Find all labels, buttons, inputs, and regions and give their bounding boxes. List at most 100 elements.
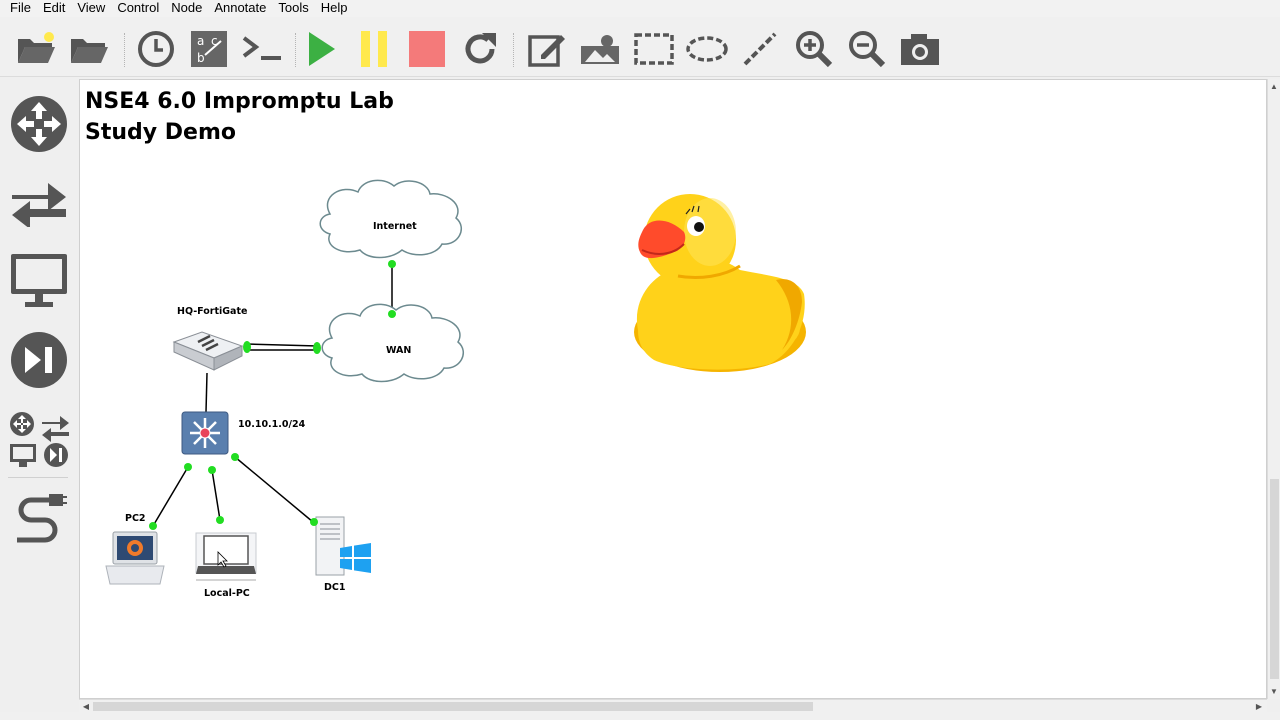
- topology-drawing: [105, 179, 806, 585]
- local-pc-label[interactable]: Local-PC: [204, 588, 250, 599]
- draw-ellipse-button[interactable]: [685, 27, 729, 71]
- device-dock: [0, 77, 78, 720]
- link-fortigate-wan-1[interactable]: [246, 343, 319, 347]
- zoom-out-icon: [849, 31, 886, 68]
- menu-file[interactable]: File: [4, 0, 37, 17]
- insert-picture-button[interactable]: [578, 27, 622, 71]
- dock-separator: [8, 477, 68, 478]
- switch-node[interactable]: [181, 411, 229, 455]
- scroll-right-icon[interactable]: ▶: [1253, 700, 1265, 712]
- zoom-in-icon: [796, 31, 833, 68]
- router-icon: [11, 96, 67, 152]
- toolbar: a c b: [0, 17, 1280, 77]
- laptop-icon: [105, 531, 165, 585]
- stop-icon: [409, 31, 445, 67]
- console-all-button[interactable]: [240, 27, 284, 71]
- camera-icon: [901, 34, 939, 65]
- cable-icon: [17, 494, 67, 543]
- toolbar-separator: [124, 33, 126, 67]
- switches-button[interactable]: [6, 169, 72, 235]
- local-pc-node[interactable]: [195, 532, 257, 581]
- monitor-icon: [11, 254, 67, 307]
- labels-icon: a c b: [191, 31, 227, 67]
- open-project-button[interactable]: [14, 27, 58, 71]
- menu-annotate[interactable]: Annotate: [208, 0, 272, 17]
- scroll-up-icon[interactable]: ▲: [1268, 80, 1280, 92]
- zoom-in-button[interactable]: [792, 27, 836, 71]
- menu-view[interactable]: View: [71, 0, 111, 17]
- routers-button[interactable]: [6, 91, 72, 157]
- draw-line-button[interactable]: [738, 27, 782, 71]
- fortigate-node[interactable]: [172, 331, 244, 371]
- zoom-out-button[interactable]: [845, 27, 889, 71]
- link-switch-pc2[interactable]: [152, 466, 189, 527]
- horizontal-scroll-thumb[interactable]: [93, 702, 813, 711]
- ellipse-icon: [686, 36, 728, 62]
- svg-text:a: a: [197, 34, 204, 48]
- all-devices-button[interactable]: [6, 407, 72, 473]
- menu-bar: File Edit View Control Node Annotate Tools Help: [0, 0, 1280, 17]
- horizontal-scrollbar[interactable]: ◀ ▶: [79, 699, 1267, 712]
- picture-icon: [581, 35, 619, 64]
- edit-note-icon: [528, 35, 565, 67]
- interface-labels-button[interactable]: a c b: [187, 27, 231, 71]
- reload-icon: [465, 33, 496, 64]
- folder-icon: [71, 39, 108, 63]
- switch-arrows-icon: [12, 183, 66, 227]
- toolbar-separator: [295, 33, 297, 67]
- wan-label[interactable]: WAN: [386, 345, 411, 356]
- dc1-label[interactable]: DC1: [324, 582, 345, 593]
- vertical-scroll-thumb[interactable]: [1270, 479, 1279, 679]
- link-endpoints: [149, 260, 396, 530]
- security-devices-button[interactable]: [6, 327, 72, 393]
- stop-all-button[interactable]: [405, 27, 449, 71]
- menu-help[interactable]: Help: [315, 0, 354, 17]
- add-link-button[interactable]: [6, 487, 72, 553]
- menu-control[interactable]: Control: [111, 0, 165, 17]
- internet-label[interactable]: Internet: [373, 221, 417, 232]
- end-devices-button[interactable]: [6, 247, 72, 313]
- snapshot-button[interactable]: [134, 27, 178, 71]
- draw-rectangle-button[interactable]: [632, 27, 676, 71]
- terminal-icon: [242, 36, 281, 60]
- scroll-left-icon[interactable]: ◀: [80, 700, 92, 712]
- windows-server-icon: [315, 516, 371, 576]
- clock-icon: [138, 31, 174, 67]
- links: [152, 264, 393, 527]
- all-devices-icon: [10, 412, 69, 467]
- start-all-button[interactable]: [299, 27, 343, 71]
- toolbar-separator: [513, 33, 515, 67]
- dc1-node[interactable]: [315, 516, 371, 576]
- duck-picture[interactable]: [634, 194, 806, 372]
- pause-icon: [361, 31, 387, 67]
- cloud-icon: [319, 179, 462, 259]
- status-strip: [0, 712, 1280, 720]
- play-pause-circle-icon: [11, 332, 67, 388]
- link-fortigate-switch[interactable]: [205, 372, 208, 413]
- pc2-node[interactable]: [105, 531, 165, 585]
- open-folder-button[interactable]: [67, 27, 111, 71]
- menu-edit[interactable]: Edit: [37, 0, 71, 17]
- menu-tools[interactable]: Tools: [272, 0, 314, 17]
- screenshot-button[interactable]: [898, 27, 942, 71]
- suspend-all-button[interactable]: [352, 27, 396, 71]
- svg-text:b: b: [197, 51, 205, 65]
- pc2-label[interactable]: PC2: [125, 513, 146, 524]
- rectangle-icon: [634, 33, 674, 65]
- fortigate-label[interactable]: HQ-FortiGate: [177, 306, 247, 317]
- topology-canvas[interactable]: NSE4 6.0 Impromptu Lab Study Demo Intern…: [79, 79, 1267, 699]
- line-icon: [743, 32, 777, 66]
- play-icon: [309, 32, 335, 66]
- folder-open-icon: [18, 32, 55, 63]
- add-note-button[interactable]: [525, 27, 569, 71]
- scroll-down-icon[interactable]: ▼: [1268, 685, 1280, 697]
- reload-all-button[interactable]: [458, 27, 502, 71]
- link-switch-local-pc[interactable]: [211, 469, 221, 521]
- switch-label[interactable]: 10.10.1.0/24: [238, 419, 305, 430]
- internet-node[interactable]: [319, 179, 462, 259]
- multilayer-switch-icon: [181, 411, 229, 455]
- firewall-icon: [172, 331, 244, 371]
- link-switch-dc1[interactable]: [234, 456, 314, 523]
- vertical-scrollbar[interactable]: ▲ ▼: [1267, 79, 1280, 699]
- menu-node[interactable]: Node: [165, 0, 208, 17]
